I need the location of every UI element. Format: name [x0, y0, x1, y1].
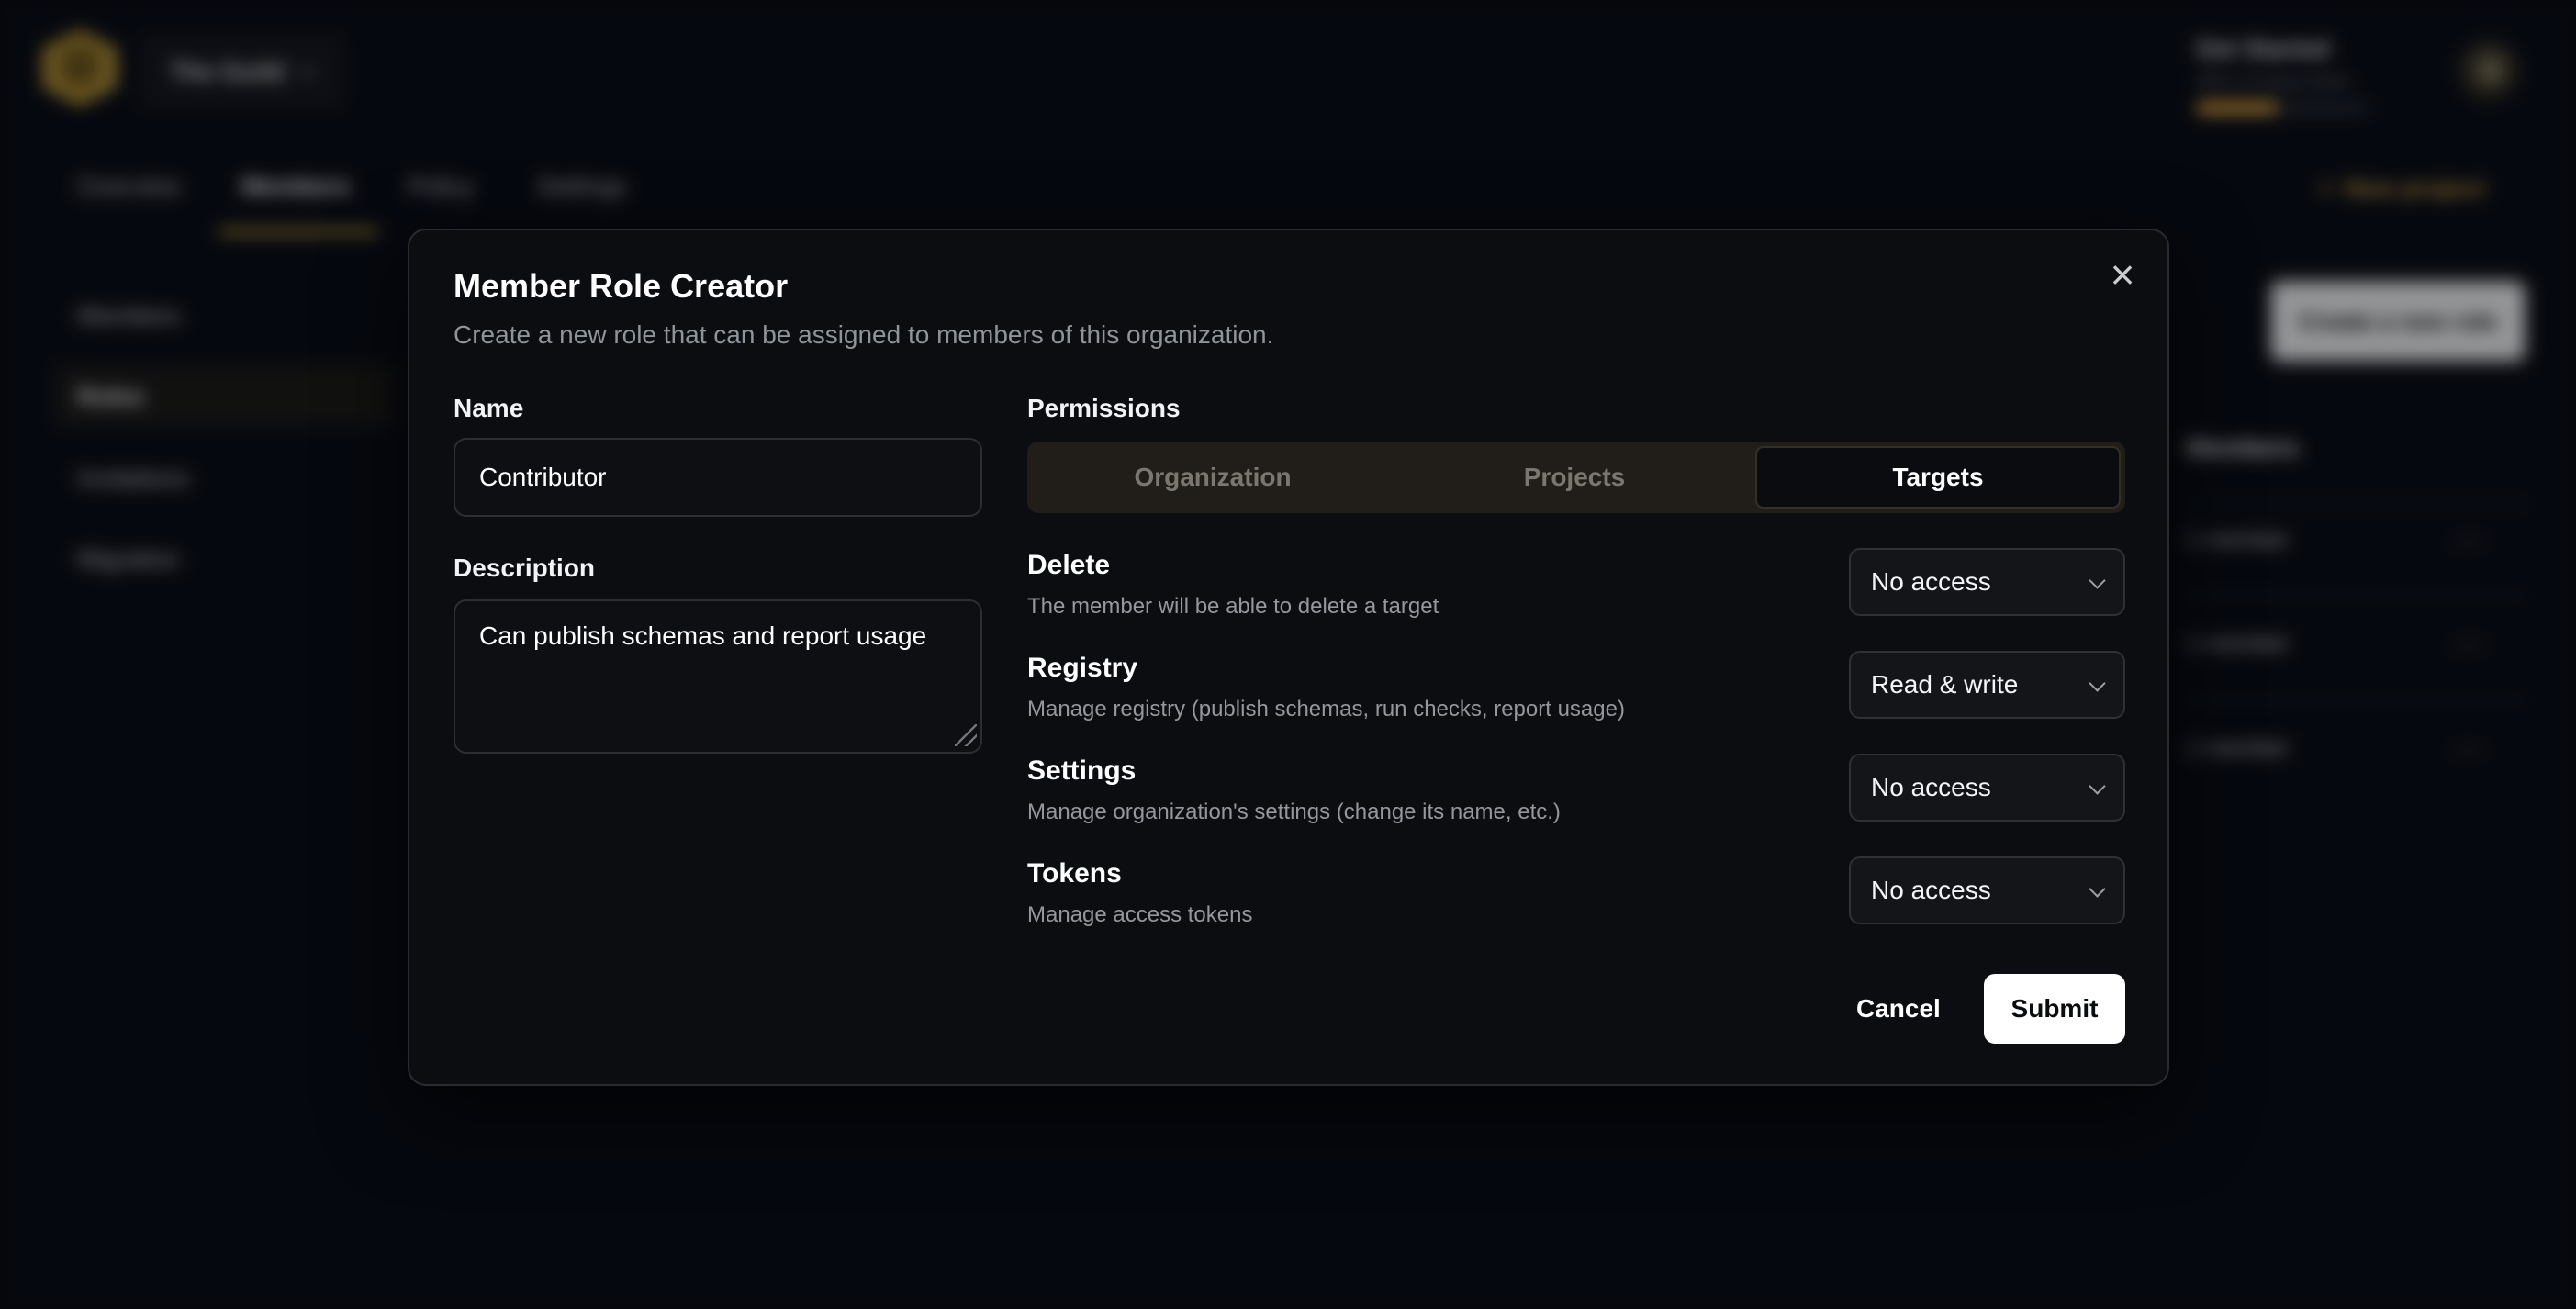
- perm-select-settings-value: No access: [1871, 773, 1991, 802]
- name-label: Name: [454, 394, 523, 423]
- member-role-creator-dialog: Member Role Creator Create a new role th…: [408, 229, 2169, 1086]
- perm-select-registry[interactable]: Read & write: [1849, 651, 2125, 719]
- chevron-down-icon: [2089, 572, 2105, 588]
- perm-title-delete: Delete: [1027, 550, 1110, 581]
- close-icon[interactable]: ×: [2095, 247, 2150, 302]
- perm-select-delete-value: No access: [1871, 567, 1991, 597]
- perm-desc-registry: Manage registry (publish schemas, run ch…: [1027, 697, 1625, 722]
- perm-title-tokens: Tokens: [1027, 858, 1122, 889]
- perm-desc-settings: Manage organization's settings (change i…: [1027, 800, 1561, 825]
- perm-desc-delete: The member will be able to delete a targ…: [1027, 594, 1439, 620]
- permissions-scope-tabs: Organization Projects Targets: [1027, 442, 2125, 513]
- permissions-label: Permissions: [1027, 394, 1181, 423]
- perm-desc-tokens: Manage access tokens: [1027, 902, 1252, 928]
- chevron-down-icon: [2089, 675, 2105, 691]
- name-input[interactable]: [454, 438, 982, 517]
- scope-tab-targets[interactable]: Targets: [1755, 446, 2121, 509]
- chevron-down-icon: [2089, 778, 2105, 794]
- cancel-button[interactable]: Cancel: [1838, 974, 1959, 1044]
- perm-select-tokens[interactable]: No access: [1849, 856, 2125, 924]
- scope-tab-projects[interactable]: Projects: [1394, 446, 1755, 509]
- dialog-subtitle: Create a new role that can be assigned t…: [454, 320, 1273, 350]
- dialog-title: Member Role Creator: [454, 267, 788, 306]
- perm-select-registry-value: Read & write: [1871, 670, 2018, 699]
- perm-select-settings[interactable]: No access: [1849, 754, 2125, 822]
- description-label: Description: [454, 554, 595, 583]
- resize-grip-icon[interactable]: [955, 724, 977, 746]
- perm-select-tokens-value: No access: [1871, 876, 1991, 905]
- perm-select-delete[interactable]: No access: [1849, 548, 2125, 616]
- scope-tab-organization[interactable]: Organization: [1032, 446, 1394, 509]
- description-textarea[interactable]: Can publish schemas and report usage: [454, 599, 982, 754]
- chevron-down-icon: [2089, 880, 2105, 897]
- app-screen: The Guild Get Started 45% of setup done …: [0, 0, 2576, 1309]
- submit-button[interactable]: Submit: [1984, 974, 2125, 1044]
- perm-title-settings: Settings: [1027, 755, 1136, 787]
- perm-title-registry: Registry: [1027, 653, 1137, 684]
